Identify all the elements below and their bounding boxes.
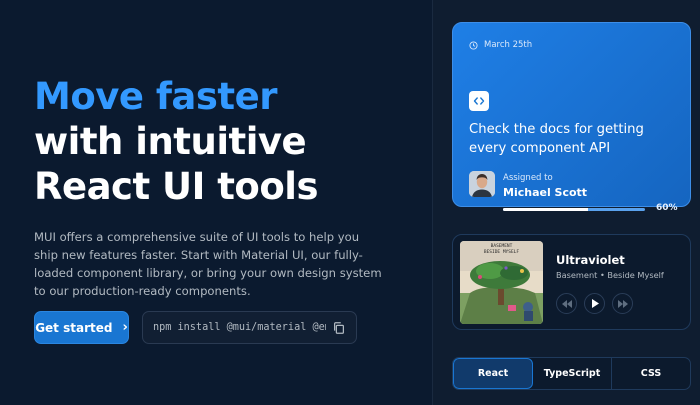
code-icon xyxy=(469,91,489,111)
install-command-field[interactable]: npm install @mui/material @emotion/react… xyxy=(142,311,357,344)
task-card[interactable]: March 25th Check the docs for getting ev… xyxy=(452,22,691,213)
play-icon xyxy=(591,299,599,308)
music-player: BASEMENT BESIDE MYSELF Ultraviolet Basem… xyxy=(452,234,691,330)
album-art: BASEMENT BESIDE MYSELF xyxy=(460,241,543,324)
hero-section: Move faster with intuitive React UI tool… xyxy=(0,0,432,405)
hero-title-accent: Move faster xyxy=(34,75,277,118)
get-started-label: Get started xyxy=(35,320,113,335)
copy-icon[interactable] xyxy=(332,321,346,335)
task-date-text: March 25th xyxy=(484,40,533,50)
assigned-label: Assigned to xyxy=(503,173,553,183)
hero-title-line3: React UI tools xyxy=(34,165,318,208)
language-tabs: React TypeScript CSS xyxy=(452,357,691,390)
task-date: March 25th xyxy=(469,40,532,50)
song-artist: Basement • Beside Myself xyxy=(556,270,664,280)
install-command-text: npm install @mui/material @emotion/react… xyxy=(153,322,326,333)
clock-icon xyxy=(469,40,478,50)
tab-css[interactable]: CSS xyxy=(612,358,690,389)
hero-description: MUI offers a comprehensive suite of UI t… xyxy=(34,230,382,298)
avatar xyxy=(469,171,495,197)
progress-bar xyxy=(503,208,645,211)
song-title: Ultraviolet xyxy=(556,253,625,267)
play-button[interactable] xyxy=(584,293,605,314)
hero-title: Move faster with intuitive React UI tool… xyxy=(34,74,318,209)
hero-title-line2: with intuitive xyxy=(34,120,307,163)
progress-fill xyxy=(503,208,589,211)
progress-percent: 60% xyxy=(656,203,678,213)
tab-react[interactable]: React xyxy=(453,358,533,389)
fast-forward-button[interactable] xyxy=(612,293,633,314)
rewind-icon xyxy=(561,299,572,308)
chevron-right-icon: › xyxy=(122,320,128,335)
fast-forward-icon xyxy=(617,299,628,308)
task-title: Check the docs for getting every compone… xyxy=(469,122,644,156)
tab-typescript[interactable]: TypeScript xyxy=(533,358,612,389)
album-art-text: BASEMENT BESIDE MYSELF xyxy=(483,244,520,255)
rewind-button[interactable] xyxy=(556,293,577,314)
assignee-name: Michael Scott xyxy=(503,186,588,199)
get-started-button[interactable]: Get started › xyxy=(34,311,129,344)
